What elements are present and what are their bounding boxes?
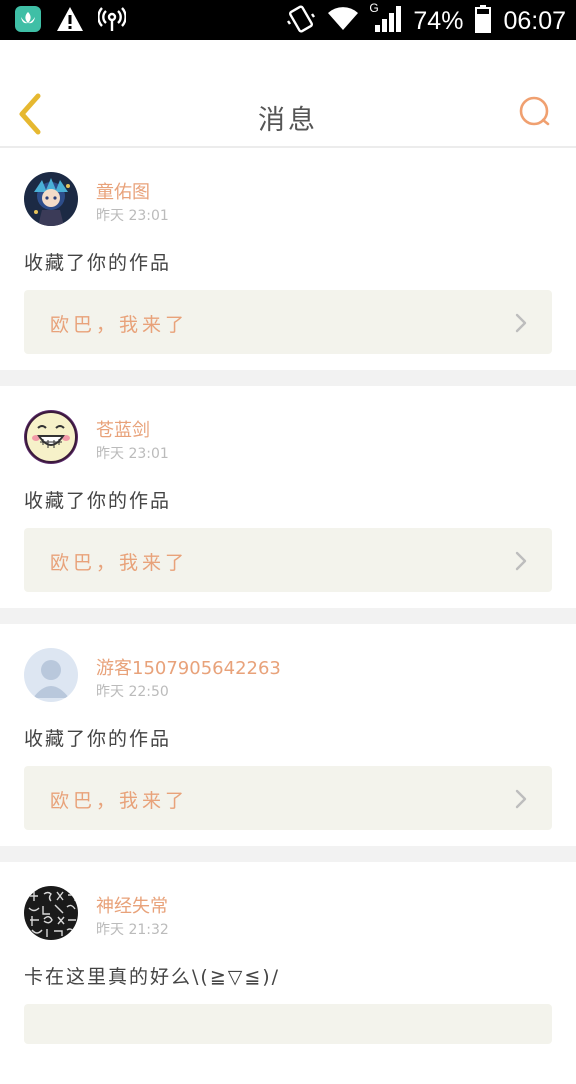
anime-avatar-image: [24, 172, 78, 226]
search-button[interactable]: [516, 92, 556, 132]
message-time: 昨天 23:01: [96, 208, 169, 224]
message-time: 昨天 21:32: [96, 922, 169, 938]
battery-percent: 74%: [413, 7, 464, 35]
message-time: 昨天 23:01: [96, 446, 169, 462]
header-bar: 消息: [0, 40, 576, 148]
default-user-avatar-image: [24, 648, 78, 702]
work-card[interactable]: 欧巴，我来了: [24, 766, 552, 830]
message-time: 昨天 22:50: [96, 684, 169, 700]
network-type: G: [369, 1, 379, 15]
work-card[interactable]: [24, 1004, 552, 1044]
text-pattern-avatar-image: [24, 886, 78, 940]
user-avatar[interactable]: [24, 410, 78, 464]
work-card[interactable]: 欧巴，我来了: [24, 528, 552, 592]
list-divider: [0, 608, 576, 624]
chevron-right-icon: [515, 551, 527, 571]
chevron-right-icon: [515, 789, 527, 809]
hotspot-icon: [97, 5, 127, 37]
username[interactable]: 童佑图: [96, 178, 150, 204]
work-card[interactable]: 欧巴，我来了: [24, 290, 552, 354]
laughing-face-avatar-image: [24, 410, 78, 464]
status-bar: G 74% 06:07: [0, 0, 576, 40]
list-divider: [0, 846, 576, 862]
clock: 06:07: [503, 7, 566, 35]
message-text: 收藏了你的作品: [24, 252, 172, 274]
message-item: 苍蓝剑 昨天 23:01 收藏了你的作品 欧巴，我来了: [0, 386, 576, 608]
huawei-app-icon: [14, 5, 42, 37]
chevron-right-icon: [515, 313, 527, 333]
wifi-icon: [327, 6, 359, 36]
battery-icon: [475, 5, 492, 37]
work-title: 欧巴，我来了: [50, 552, 189, 574]
username[interactable]: 游客1507905642263: [96, 654, 281, 680]
signal-icon: G: [369, 1, 402, 37]
message-item: 童佑图 昨天 23:01 收藏了你的作品 欧巴，我来了: [0, 148, 576, 370]
message-list: 童佑图 昨天 23:01 收藏了你的作品 欧巴，我来了 苍蓝剑 昨天 23:01…: [0, 148, 576, 1084]
message-text: 卡在这里真的好么\(≧▽≦)/: [24, 966, 281, 988]
user-avatar[interactable]: [24, 886, 78, 940]
page-title: 消息: [258, 105, 318, 136]
user-avatar[interactable]: [24, 648, 78, 702]
warning-icon: [56, 6, 84, 36]
message-text: 收藏了你的作品: [24, 490, 172, 512]
work-title: 欧巴，我来了: [50, 314, 189, 336]
message-text: 收藏了你的作品: [24, 728, 172, 750]
work-title: 欧巴，我来了: [50, 790, 189, 812]
username[interactable]: 神经失常: [96, 892, 168, 918]
list-divider: [0, 370, 576, 386]
search-icon: [519, 96, 550, 126]
vibrate-icon: [287, 4, 316, 38]
username[interactable]: 苍蓝剑: [96, 416, 150, 442]
message-item: 游客1507905642263 昨天 22:50 收藏了你的作品 欧巴，我来了: [0, 624, 576, 846]
user-avatar[interactable]: [24, 172, 78, 226]
message-item: 神经失常 昨天 21:32 卡在这里真的好么\(≧▽≦)/: [0, 862, 576, 1084]
